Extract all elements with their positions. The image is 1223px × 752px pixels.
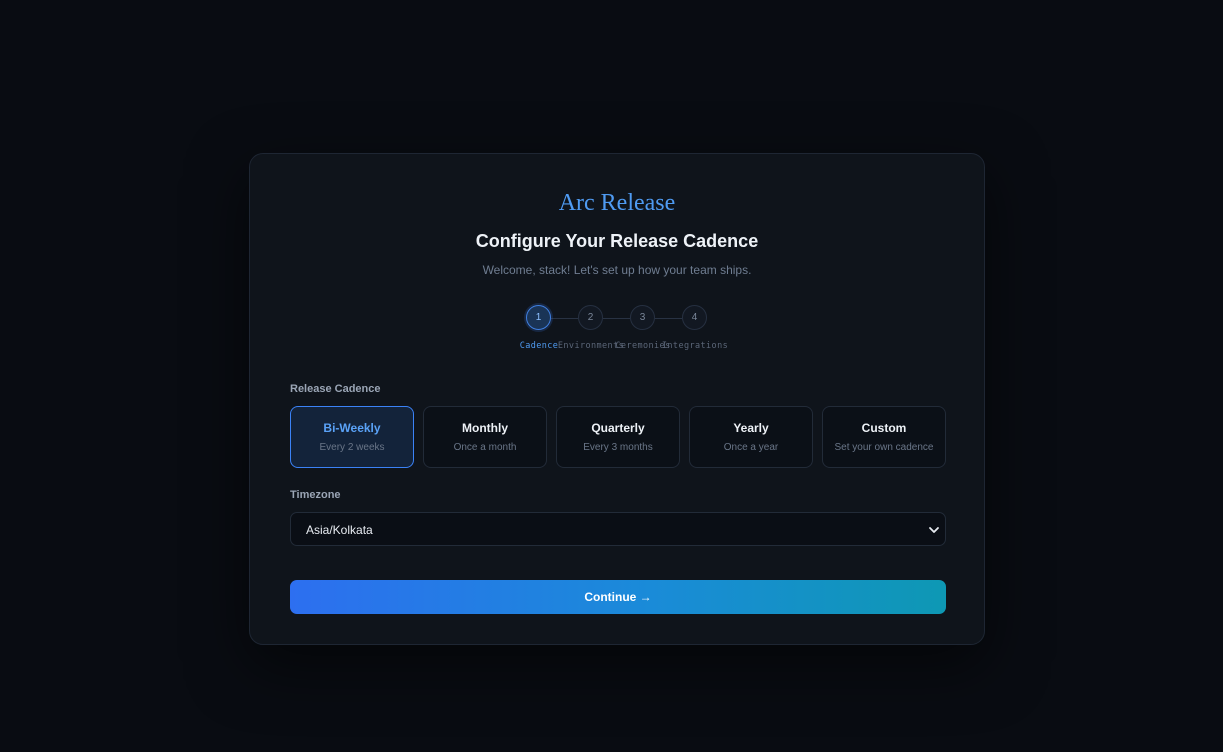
continue-button[interactable]: Continue →	[290, 580, 946, 614]
option-title: Quarterly	[591, 421, 645, 435]
cadence-option-monthly[interactable]: Monthly Once a month	[423, 406, 547, 468]
step-3-indicator: 3	[630, 305, 655, 330]
setup-card: Arc Release Configure Your Release Caden…	[249, 153, 985, 645]
option-title: Monthly	[462, 421, 508, 435]
release-cadence-label: Release Cadence	[290, 383, 381, 395]
cadence-option-yearly[interactable]: Yearly Once a year	[689, 406, 813, 468]
option-subtitle: Every 2 weeks	[319, 442, 385, 453]
step-1-indicator: 1	[526, 305, 551, 330]
step-4-label: Integrations	[661, 341, 729, 351]
timezone-label: Timezone	[290, 489, 341, 501]
option-title: Custom	[861, 421, 907, 435]
option-subtitle: Once a month	[453, 442, 517, 453]
step-2-indicator: 2	[578, 305, 603, 330]
chevron-down-icon	[929, 527, 939, 533]
cadence-option-quarterly[interactable]: Quarterly Every 3 months	[556, 406, 680, 468]
progress-stepper: 1 2 3 4 Cadence Environments Ceremonies …	[520, 305, 728, 355]
welcome-subtitle: Welcome, stack! Let's set up how your te…	[482, 263, 752, 277]
option-subtitle: Once a year	[723, 442, 779, 453]
cadence-option-custom[interactable]: Custom Set your own cadence	[822, 406, 946, 468]
cadence-option-bi-weekly[interactable]: Bi-Weekly Every 2 weeks	[290, 406, 414, 468]
timezone-select[interactable]: Asia/Kolkata	[290, 512, 946, 546]
option-subtitle: Every 3 months	[583, 442, 653, 453]
brand-logo: Arc Release	[558, 190, 676, 216]
cadence-options: Bi-Weekly Every 2 weeks Monthly Once a m…	[290, 406, 946, 468]
option-title: Yearly	[733, 421, 769, 435]
stepper-connector	[551, 318, 578, 319]
option-title: Bi-Weekly	[323, 421, 381, 435]
timezone-value: Asia/Kolkata	[306, 523, 373, 537]
stepper-connector	[655, 318, 682, 319]
page-title: Configure Your Release Cadence	[475, 231, 759, 251]
stepper-connector	[603, 318, 630, 319]
option-subtitle: Set your own cadence	[834, 442, 934, 453]
step-4-indicator: 4	[682, 305, 707, 330]
